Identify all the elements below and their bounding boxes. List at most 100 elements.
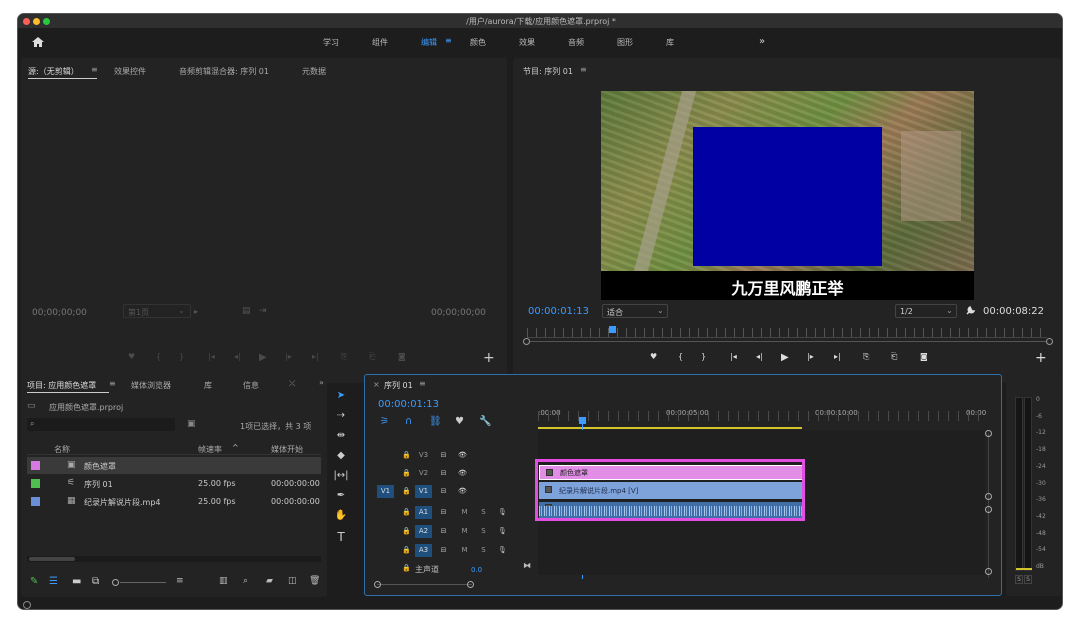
timeline-tab[interactable]: 序列 01 — [384, 380, 413, 391]
source-overwrite-icon[interactable]: ⎗ — [369, 353, 375, 361]
trash-icon[interactable]: 🗑 — [309, 577, 320, 586]
source-insert-icon[interactable]: ⎘ — [341, 353, 347, 361]
source-add-marker-icon[interactable]: ♥ — [128, 353, 135, 361]
toggle-output-eye-icon[interactable]: 👁 — [456, 485, 469, 498]
list-view-icon[interactable]: ☰ — [49, 577, 58, 587]
solo-button[interactable]: S — [477, 525, 490, 538]
label-color-swatch[interactable] — [31, 497, 40, 506]
workspace-tab-2[interactable]: 编辑 — [421, 37, 437, 48]
voiceover-mic-icon[interactable]: 🎙 — [496, 525, 509, 538]
track-lock-icon[interactable]: 🔒 — [400, 485, 413, 498]
selection-tool-icon[interactable]: ➤ — [333, 391, 349, 401]
track-label-V2[interactable]: V2 — [415, 467, 432, 480]
timeline-menu-icon[interactable]: ≡ — [419, 379, 426, 388]
meter-solo-button[interactable]: S — [1024, 575, 1032, 584]
source-go-to-in-icon[interactable]: |◂ — [208, 353, 215, 361]
label-color-swatch[interactable] — [31, 479, 40, 488]
source-export-icon[interactable]: ⇥ — [259, 307, 267, 316]
column-media-start[interactable]: 媒体开始 — [271, 444, 303, 455]
new-bin-from-search-icon[interactable]: ▣ — [187, 420, 196, 429]
track-label-V1[interactable]: V1 — [415, 485, 432, 498]
add-marker-icon[interactable]: ♥ — [455, 417, 464, 427]
toggle-output-eye-icon[interactable]: 👁 — [456, 449, 469, 462]
track-lock-icon[interactable]: 🔒 — [400, 506, 413, 519]
project-panel-more-icon[interactable]: ⤫ — [289, 379, 295, 389]
track-label-V3[interactable]: V3 — [415, 449, 432, 462]
master-lock-icon[interactable]: 🔒 — [400, 562, 413, 575]
program-add-button-icon[interactable]: + — [1035, 350, 1047, 366]
source-step-forward-icon[interactable]: |▸ — [285, 353, 292, 361]
program-zoom-scrollbar[interactable] — [523, 341, 1053, 342]
mute-button[interactable]: M — [458, 525, 471, 538]
wrench-icon[interactable] — [965, 305, 976, 316]
track-select-tool-icon[interactable]: ⇢ — [333, 411, 349, 421]
track-label-A1[interactable]: A1 — [415, 506, 432, 519]
source-tab-2[interactable]: 音频剪辑混合器: 序列 01 — [179, 66, 269, 77]
sync-lock-icon[interactable]: ⊟ — [437, 525, 450, 538]
close-tab-icon[interactable]: × — [373, 380, 380, 389]
program-scroll-handle-left[interactable] — [523, 338, 530, 345]
program-zoom-dropdown[interactable]: 适合 ⌄ — [602, 304, 668, 318]
timeline-settings-icon[interactable]: 🔧 — [479, 417, 491, 427]
master-volume-value[interactable]: 0.0 — [471, 566, 482, 574]
workspace-tab-menu-icon[interactable]: ≡ — [445, 36, 452, 45]
project-search-input[interactable]: ⌕ — [27, 418, 175, 431]
track-lock-icon[interactable]: 🔒 — [400, 449, 413, 462]
project-tab-0[interactable]: 项目: 应用颜色遮罩 — [27, 380, 96, 391]
program-go-to-in-icon[interactable]: |◂ — [730, 353, 737, 361]
program-step-back-icon[interactable]: ◂| — [756, 353, 763, 361]
program-mark-out-icon[interactable]: } — [701, 353, 706, 361]
hscroll-handle-left[interactable] — [374, 581, 381, 588]
sort-ascending-icon[interactable]: ^ — [232, 443, 239, 452]
source-export-frame-icon[interactable]: ◙ — [398, 353, 406, 361]
mute-button[interactable]: M — [458, 506, 471, 519]
source-settings-icon[interactable]: ▤ — [242, 307, 251, 316]
timeline-playhead-head[interactable] — [579, 417, 586, 424]
find-icon[interactable]: ⌕ — [243, 577, 248, 586]
source-page-dropdown[interactable]: 第1页 ⌄ — [123, 304, 191, 318]
timeline-timecode[interactable]: 00:00:01:13 — [378, 399, 439, 410]
zoom-slider-track[interactable] — [120, 582, 166, 583]
workspace-tab-3[interactable]: 颜色 — [470, 37, 486, 48]
toggle-output-eye-icon[interactable]: 👁 — [456, 467, 469, 480]
track-lock-icon[interactable]: 🔒 — [400, 544, 413, 557]
go-to-end-icon[interactable]: ⧓ — [523, 561, 531, 570]
project-list-item[interactable]: ⚟ 序列 01 25.00 fps 00:00:00:00 — [27, 475, 321, 492]
mute-button[interactable]: M — [458, 544, 471, 557]
write-on-icon[interactable]: ✎ — [30, 577, 38, 587]
new-item-icon[interactable]: ◫ — [288, 577, 297, 586]
sync-lock-icon[interactable]: ⊟ — [437, 544, 450, 557]
voiceover-mic-icon[interactable]: 🎙 — [496, 506, 509, 519]
ripple-edit-tool-icon[interactable]: ⇹ — [333, 431, 349, 441]
workspace-tab-1[interactable]: 组件 — [372, 37, 388, 48]
icon-view-icon[interactable]: ▬ — [72, 577, 81, 587]
column-name[interactable]: 名称 — [54, 444, 70, 455]
project-list-item[interactable]: ▣ 颜色遮罩 — [27, 457, 321, 474]
solo-button[interactable]: S — [477, 506, 490, 519]
project-tab-1[interactable]: 媒体浏览器 — [131, 380, 171, 391]
track-lock-icon[interactable]: 🔒 — [400, 467, 413, 480]
program-panel-menu-icon[interactable]: ≡ — [580, 65, 587, 74]
sync-lock-icon[interactable]: ⊟ — [437, 467, 450, 480]
source-patch-v1[interactable]: V1 — [377, 485, 394, 498]
program-export-frame-icon[interactable]: ◙ — [920, 353, 928, 361]
program-go-to-out-icon[interactable]: ▸| — [834, 353, 841, 361]
work-area-bar[interactable] — [538, 427, 802, 429]
project-horizontal-scrollbar[interactable] — [27, 556, 321, 562]
program-panel-title[interactable]: 节目: 序列 01 — [523, 66, 573, 77]
program-insert-icon[interactable]: ⎘ — [863, 353, 869, 361]
source-go-to-out-icon[interactable]: ▸| — [312, 353, 319, 361]
workspace-tab-7[interactable]: 库 — [666, 37, 674, 48]
column-fps[interactable]: 帧速率 — [198, 444, 222, 455]
vscroll-handle-mid[interactable] — [985, 493, 992, 500]
freeform-view-icon[interactable]: ⧉ — [92, 577, 99, 587]
sync-lock-icon[interactable]: ⊟ — [437, 485, 450, 498]
razor-tool-icon[interactable]: ◆ — [333, 451, 349, 461]
sync-lock-icon[interactable]: ⊟ — [437, 449, 450, 462]
program-resolution-dropdown[interactable]: 1/2 ⌄ — [895, 304, 957, 318]
project-tab-2[interactable]: 库 — [204, 380, 212, 391]
home-icon[interactable] — [31, 36, 45, 48]
hand-tool-icon[interactable]: ✋ — [333, 511, 349, 521]
source-next-page-icon[interactable]: ▸ — [194, 307, 198, 316]
source-step-back-icon[interactable]: ◂| — [234, 353, 241, 361]
